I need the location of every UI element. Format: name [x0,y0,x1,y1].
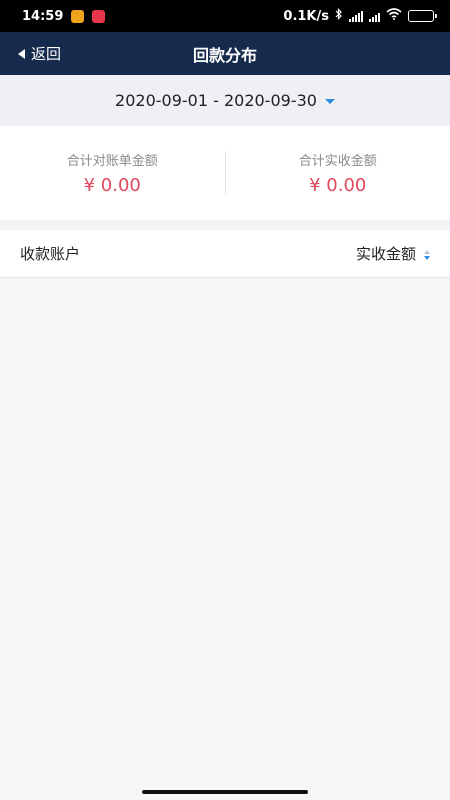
status-bar: 14:59 0.1K/s [0,0,450,32]
home-indicator[interactable] [142,790,308,794]
back-label: 返回 [31,45,62,63]
received-total-label: 合计实收金额 [298,154,377,169]
sort-icon [424,247,430,260]
wifi-icon [386,8,402,24]
account-list [0,279,450,800]
table-header: 收款账户 实收金额 [0,230,450,278]
battery-icon [408,10,437,22]
date-range-picker[interactable]: 2020-09-01 - 2020-09-30 [0,75,450,126]
amount-sort-header[interactable]: 实收金额 [356,243,430,264]
page-title: 回款分布 [192,45,257,65]
billed-total-label: 合计对账单金额 [66,154,158,169]
signal-icon [369,10,380,22]
status-time: 14:59 [22,8,64,24]
chevron-down-icon [324,99,335,104]
back-button[interactable]: 返回 [18,32,61,75]
signal-icon [349,10,363,22]
billed-total: 合计对账单金额 ¥ 0.00 [0,150,225,196]
date-range-label: 2020-09-01 - 2020-09-30 [115,91,317,110]
summary-panel: 合计对账单金额 ¥ 0.00 合计实收金额 ¥ 0.00 [0,126,450,220]
bluetooth-icon [335,8,343,24]
network-speed: 0.1K/s [283,8,329,24]
amount-column-header: 实收金额 [355,245,416,263]
account-column-header: 收款账户 [20,245,81,263]
received-total: 合计实收金额 ¥ 0.00 [226,150,450,196]
billed-total-value: ¥ 0.00 [83,175,141,196]
app-notification-icon [71,9,85,23]
navigation-bar: 返回 回款分布 [0,32,450,75]
app-notification-icon [92,9,106,23]
back-arrow-icon [18,48,25,59]
received-total-value: ¥ 0.00 [309,175,367,196]
